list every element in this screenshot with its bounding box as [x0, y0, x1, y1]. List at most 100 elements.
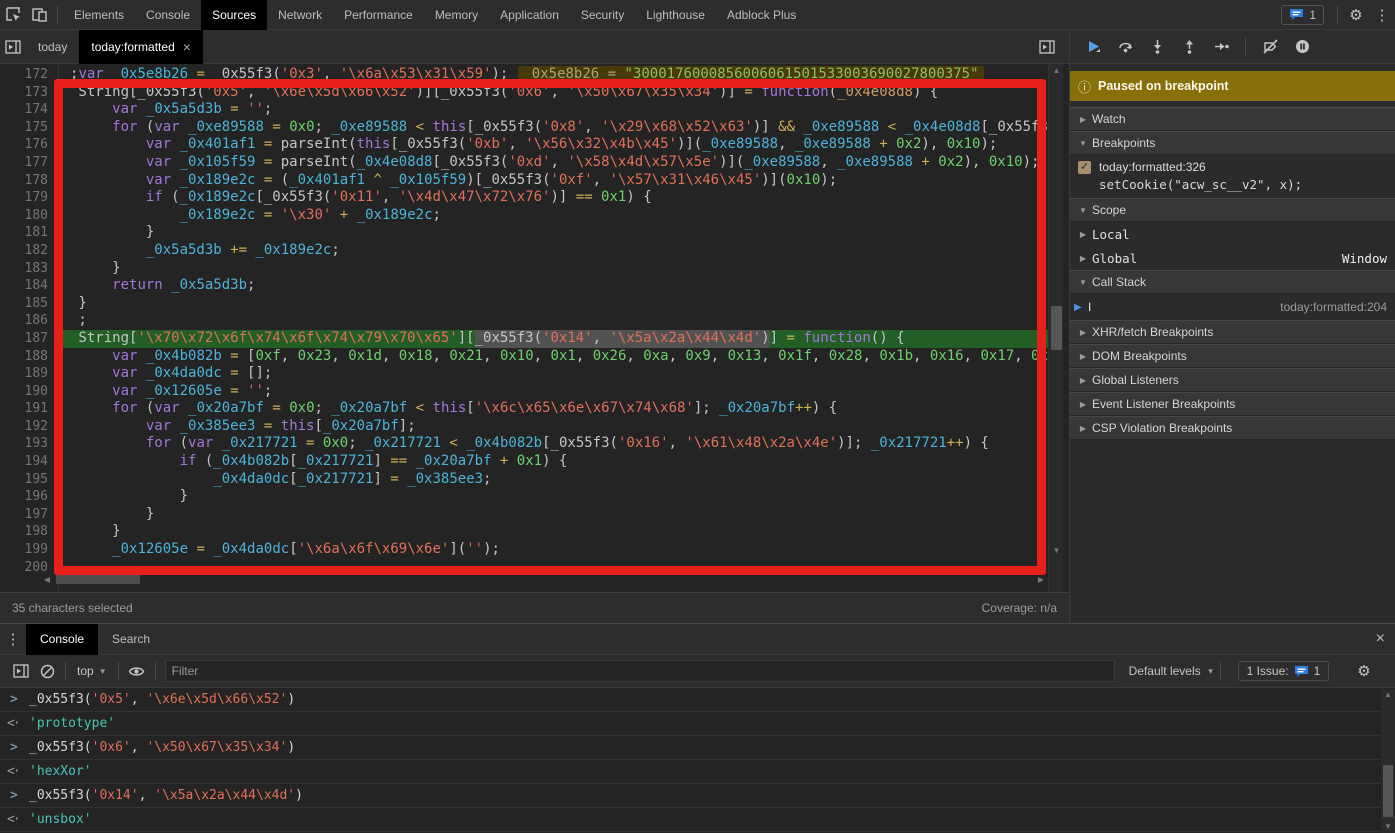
code-line[interactable]: 189 var _0x4da0dc = []; — [0, 365, 1048, 383]
breakpoint-entry[interactable]: ✓today:formatted:326setCookie("acw_sc__v… — [1070, 155, 1395, 198]
drawer-tab-console[interactable]: Console — [26, 624, 98, 655]
code-text[interactable]: } — [58, 523, 1048, 541]
code-line[interactable]: 184 return _0x5a5d3b; — [0, 277, 1048, 295]
console-issues-button[interactable]: 1 Issue: 1 — [1238, 661, 1330, 681]
code-text[interactable]: } — [58, 224, 1048, 242]
line-number[interactable]: 178 — [0, 172, 58, 190]
console-scroll-thumb[interactable] — [1383, 765, 1393, 817]
code-line[interactable]: 194 if (_0x4b082b[_0x217721] == _0x20a7b… — [0, 453, 1048, 471]
line-number[interactable]: 197 — [0, 506, 58, 524]
code-line[interactable]: 183 } — [0, 260, 1048, 278]
code-text[interactable]: ;var _0x5e8b26 = _0x55f3('0x3', '\x6a\x5… — [58, 66, 1048, 84]
code-line[interactable]: 199 _0x12605e = _0x4da0dc['\x6a\x6f\x69\… — [0, 541, 1048, 559]
line-number[interactable]: 186 — [0, 312, 58, 330]
line-number[interactable]: 191 — [0, 400, 58, 418]
line-number[interactable]: 195 — [0, 471, 58, 489]
code-line[interactable]: 177 var _0x105f59 = parseInt(_0x4e08d8[_… — [0, 154, 1048, 172]
issues-badge[interactable]: 1 — [1281, 5, 1324, 25]
line-number[interactable]: 196 — [0, 488, 58, 506]
step-into-icon[interactable] — [1144, 34, 1170, 60]
code-line[interactable]: 175 for (var _0xe89588 = 0x0; _0xe89588 … — [0, 119, 1048, 137]
code-text[interactable]: if (_0x189e2c[_0x55f3('0x11', '\x4d\x47\… — [58, 189, 1048, 207]
panel-tab-lighthouse[interactable]: Lighthouse — [635, 0, 716, 30]
sidebar-section-event-listener-breakpoints[interactable]: ▶Event Listener Breakpoints — [1070, 392, 1395, 416]
scope-row-global[interactable]: ▶GlobalWindow — [1070, 246, 1395, 270]
line-number[interactable]: 172 — [0, 66, 58, 84]
scope-row-local[interactable]: ▶Local — [1070, 222, 1395, 246]
resume-script-icon[interactable] — [1080, 34, 1106, 60]
scroll-left-icon[interactable]: ◀ — [40, 575, 54, 584]
close-drawer-icon[interactable]: × — [1376, 630, 1385, 648]
line-number[interactable]: 188 — [0, 348, 58, 366]
code-editor[interactable]: 172;var _0x5e8b26 = _0x55f3('0x3', '\x6a… — [0, 64, 1069, 592]
line-number[interactable]: 173 — [0, 84, 58, 102]
line-number[interactable]: 183 — [0, 260, 58, 278]
step-icon[interactable] — [1208, 34, 1234, 60]
twisty-icon[interactable]: ▶ — [1076, 254, 1090, 263]
code-text[interactable]: } — [58, 506, 1048, 524]
scroll-right-icon[interactable]: ▶ — [1034, 575, 1048, 584]
panel-tab-network[interactable]: Network — [267, 0, 333, 30]
code-line[interactable]: 196 } — [0, 488, 1048, 506]
code-text[interactable]: var _0x385ee3 = this[_0x20a7bf]; — [58, 418, 1048, 436]
code-text[interactable]: var _0x4da0dc = []; — [58, 365, 1048, 383]
code-line[interactable]: 195 _0x4da0dc[_0x217721] = _0x385ee3; — [0, 471, 1048, 489]
drawer-tab-search[interactable]: Search — [98, 624, 164, 655]
step-over-icon[interactable] — [1112, 34, 1138, 60]
code-line[interactable]: 191 for (var _0x20a7bf = 0x0; _0x20a7bf … — [0, 400, 1048, 418]
code-line[interactable]: 186 ; — [0, 312, 1048, 330]
code-text[interactable]: _0x189e2c = '\x30' + _0x189e2c; — [58, 207, 1048, 225]
sidebar-section-dom-breakpoints[interactable]: ▶DOM Breakpoints — [1070, 344, 1395, 368]
panel-tab-console[interactable]: Console — [135, 0, 201, 30]
show-navigator-icon[interactable] — [0, 34, 26, 60]
code-text[interactable]: _0x4da0dc[_0x217721] = _0x385ee3; — [58, 471, 1048, 489]
panel-tab-application[interactable]: Application — [489, 0, 570, 30]
line-number[interactable]: 177 — [0, 154, 58, 172]
toggle-debugger-sidebar-icon[interactable] — [1034, 34, 1060, 60]
vertical-scroll-thumb[interactable] — [1051, 306, 1062, 350]
file-tab-today-formatted[interactable]: today:formatted× — [79, 30, 203, 64]
sidebar-section-xhr-fetch-breakpoints[interactable]: ▶XHR/fetch Breakpoints — [1070, 320, 1395, 344]
line-number[interactable]: 193 — [0, 435, 58, 453]
console-filter-input[interactable] — [165, 660, 1115, 682]
line-number[interactable]: 176 — [0, 136, 58, 154]
editor-horizontal-scrollbar[interactable]: ◀ ▶ — [40, 572, 1048, 587]
panel-tab-adblock-plus[interactable]: Adblock Plus — [716, 0, 807, 30]
line-number[interactable]: 199 — [0, 541, 58, 559]
pause-on-exceptions-icon[interactable] — [1289, 34, 1315, 60]
code-text[interactable]: for (var _0x217721 = 0x0; _0x217721 < _0… — [58, 435, 1048, 453]
editor-vertical-scrollbar[interactable]: ▲ ▼ — [1048, 64, 1063, 592]
horizontal-scroll-thumb[interactable] — [56, 575, 140, 584]
sidebar-section-watch[interactable]: ▶Watch — [1070, 107, 1395, 131]
step-out-icon[interactable] — [1176, 34, 1202, 60]
inspect-element-icon[interactable] — [0, 2, 26, 28]
code-line[interactable]: 198 } — [0, 523, 1048, 541]
code-text[interactable]: for (var _0xe89588 = 0x0; _0xe89588 < th… — [58, 119, 1048, 137]
console-settings-gear-icon[interactable]: ⚙ — [1351, 658, 1377, 684]
code-line[interactable]: 193 for (var _0x217721 = 0x0; _0x217721 … — [0, 435, 1048, 453]
code-line[interactable]: 173 String[_0x55f3('0x5', '\x6e\x5d\x66\… — [0, 84, 1048, 102]
more-options-kebab-icon[interactable]: ⋮ — [1369, 2, 1395, 28]
panel-tab-security[interactable]: Security — [570, 0, 635, 30]
code-text[interactable]: _0x5a5d3b += _0x189e2c; — [58, 242, 1048, 260]
panel-tab-sources[interactable]: Sources — [201, 0, 267, 30]
code-line[interactable]: 178 var _0x189e2c = (_0x401af1 ^ _0x105f… — [0, 172, 1048, 190]
code-text[interactable]: var _0x12605e = ''; — [58, 383, 1048, 401]
code-line[interactable]: 192 var _0x385ee3 = this[_0x20a7bf]; — [0, 418, 1048, 436]
deactivate-breakpoints-icon[interactable] — [1257, 34, 1283, 60]
code-text[interactable]: var _0x401af1 = parseInt(this[_0x55f3('0… — [58, 136, 1048, 154]
code-line[interactable]: 188 var _0x4b082b = [0xf, 0x23, 0x1d, 0x… — [0, 348, 1048, 366]
code-text[interactable]: var _0x105f59 = parseInt(_0x4e08d8[_0x55… — [58, 154, 1048, 172]
line-number[interactable]: 179 — [0, 189, 58, 207]
code-line[interactable]: 190 var _0x12605e = ''; — [0, 383, 1048, 401]
scroll-down-icon[interactable]: ▼ — [1049, 546, 1064, 555]
breakpoint-checkbox[interactable]: ✓ — [1078, 161, 1091, 174]
code-line[interactable]: 176 var _0x401af1 = parseInt(this[_0x55f… — [0, 136, 1048, 154]
code-text[interactable]: var _0x189e2c = (_0x401af1 ^ _0x105f59)[… — [58, 172, 1048, 190]
line-number[interactable]: 181 — [0, 224, 58, 242]
code-line[interactable]: 182 _0x5a5d3b += _0x189e2c; — [0, 242, 1048, 260]
line-number[interactable]: 174 — [0, 101, 58, 119]
console-scrollbar[interactable]: ▲ ▼ — [1381, 689, 1395, 833]
javascript-context-select[interactable]: top ▼ — [71, 664, 113, 678]
code-line[interactable]: 197 } — [0, 506, 1048, 524]
